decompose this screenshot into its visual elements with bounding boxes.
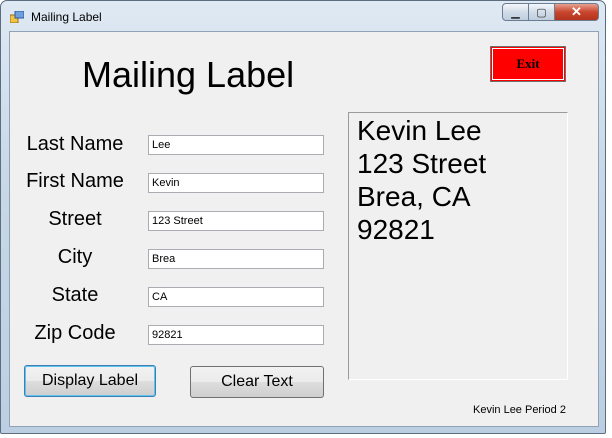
state-label: State <box>51 284 99 306</box>
display-label-button[interactable]: Display Label <box>24 365 156 397</box>
first-name-input[interactable]: Kevin <box>148 173 324 193</box>
form-client-area: Mailing Label Exit Last Name Lee First N… <box>9 31 599 427</box>
footer-caption: Kevin Lee Period 2 <box>473 404 566 416</box>
close-icon: ✕ <box>571 4 582 19</box>
street-input[interactable]: 123 Street <box>148 211 324 231</box>
zip-code-label: Zip Code <box>34 322 116 344</box>
display-line-city-state: Brea, CA <box>357 181 471 212</box>
application-window: Mailing Label ▁ ▢ ✕ Mailing Label Exit L… <box>0 0 606 434</box>
mailing-label-display: Kevin Lee 123 Street Brea, CA 92821 <box>348 112 568 380</box>
title-bar[interactable]: Mailing Label ▁ ▢ ✕ <box>1 1 605 31</box>
window-title: Mailing Label <box>31 10 102 24</box>
state-input[interactable]: CA <box>148 287 324 307</box>
maximize-icon: ▢ <box>536 6 547 19</box>
display-line-zip: 92821 <box>357 214 435 245</box>
minimize-button[interactable]: ▁ <box>502 3 529 21</box>
zip-code-input[interactable]: 92821 <box>148 325 324 345</box>
last-name-input[interactable]: Lee <box>148 135 324 155</box>
caption-buttons: ▁ ▢ ✕ <box>502 3 599 23</box>
page-title: Mailing Label <box>82 54 295 95</box>
city-input[interactable]: Brea <box>148 249 324 269</box>
city-label: City <box>57 246 93 268</box>
close-window-button[interactable]: ✕ <box>555 3 599 21</box>
display-line-name: Kevin Lee <box>357 115 482 146</box>
exit-button[interactable]: Exit <box>490 46 566 82</box>
maximize-button[interactable]: ▢ <box>529 3 555 21</box>
clear-text-button[interactable]: Clear Text <box>190 366 324 398</box>
minimize-icon: ▁ <box>511 6 520 19</box>
street-label: Street <box>48 208 102 230</box>
display-line-street: 123 Street <box>357 148 487 179</box>
last-name-label: Last Name <box>26 133 124 155</box>
first-name-label: First Name <box>26 170 124 192</box>
app-form-icon[interactable] <box>10 11 24 23</box>
